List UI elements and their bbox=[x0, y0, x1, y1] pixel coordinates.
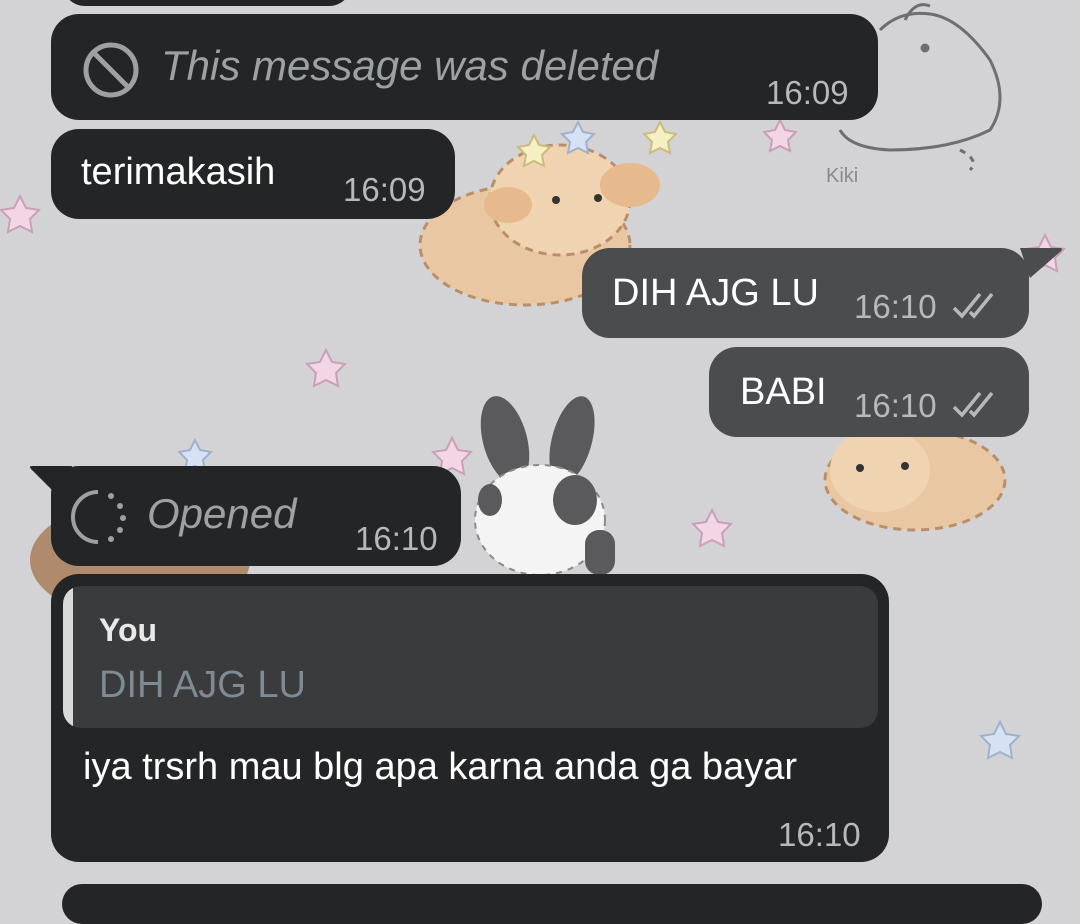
bubble-tail-outgoing bbox=[1020, 248, 1062, 278]
message-time: 16:10 bbox=[854, 387, 937, 424]
double-check-icon bbox=[952, 391, 994, 418]
message-bubble-thanks[interactable]: terimakasih 16:09 bbox=[51, 129, 455, 219]
message-text: BABI bbox=[740, 371, 827, 413]
message-time: 16:09 bbox=[766, 74, 849, 111]
quote-accent-bar bbox=[63, 586, 73, 728]
message-bubble-dih[interactable]: DIH AJG LU 16:10 bbox=[582, 248, 1029, 338]
message-text: iya trsrh mau blg apa karna anda ga baya… bbox=[83, 746, 797, 788]
next-message-bubble-partial[interactable] bbox=[62, 884, 1042, 924]
wallpaper-signature: Kiki bbox=[826, 165, 858, 187]
deleted-icon bbox=[83, 42, 139, 98]
message-bubble-babi[interactable]: BABI 16:10 bbox=[709, 347, 1029, 437]
wallpaper-bunny-black-white bbox=[474, 396, 615, 576]
message-bubble-reply[interactable]: You DIH AJG LU iya trsrh mau blg apa kar… bbox=[51, 574, 889, 862]
wallpaper-bunny-orange-right bbox=[823, 428, 1007, 532]
view-once-opened-icon bbox=[71, 490, 126, 544]
message-time: 16:10 bbox=[854, 288, 937, 325]
message-time: 16:10 bbox=[355, 520, 438, 557]
message-bubble-opened[interactable]: Opened 16:10 bbox=[51, 466, 461, 566]
double-check-icon bbox=[952, 292, 994, 319]
quoted-author: You bbox=[99, 612, 158, 648]
message-text: This message was deleted bbox=[161, 42, 659, 89]
quoted-message[interactable]: You DIH AJG LU bbox=[63, 586, 878, 728]
message-text: terimakasih bbox=[81, 151, 276, 193]
message-text: Opened bbox=[147, 490, 297, 537]
message-time: 16:10 bbox=[778, 816, 861, 853]
message-text: DIH AJG LU bbox=[612, 272, 819, 314]
message-time: 16:09 bbox=[343, 171, 426, 208]
previous-message-bubble-partial[interactable] bbox=[62, 0, 352, 6]
message-bubble-deleted[interactable]: This message was deleted 16:09 bbox=[51, 14, 878, 120]
quoted-text: DIH AJG LU bbox=[99, 664, 306, 706]
